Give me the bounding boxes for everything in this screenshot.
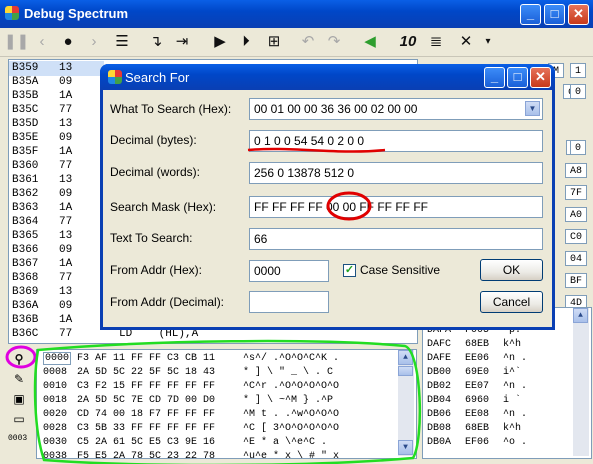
red-underline [247, 147, 386, 153]
green-outline [33, 339, 422, 464]
annotation-overlay [5, 147, 422, 464]
magenta-circle [5, 345, 37, 369]
red-circle [326, 191, 372, 221]
